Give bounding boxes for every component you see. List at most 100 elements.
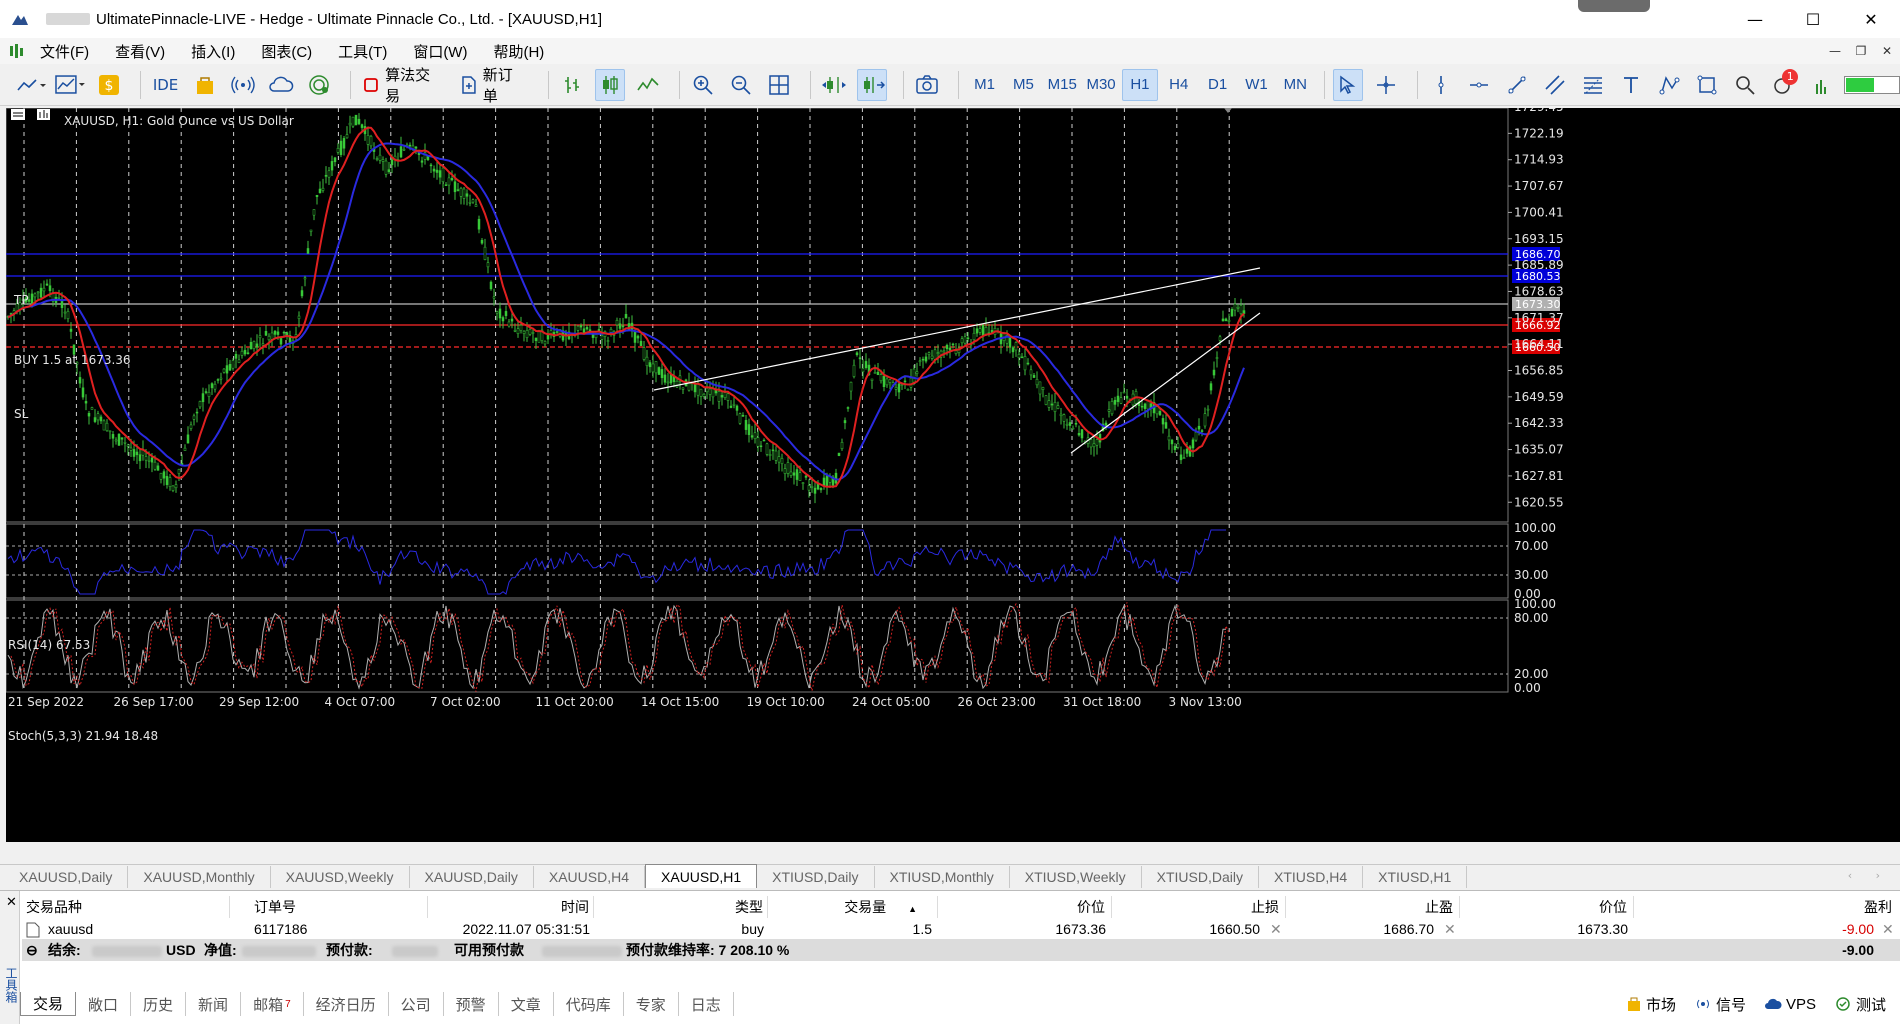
notifications-button[interactable]: 1 xyxy=(1768,68,1799,101)
timeframe-m1[interactable]: M1 xyxy=(967,69,1003,101)
mdi-minimize-button[interactable]: — xyxy=(1822,44,1848,58)
terminal-tab[interactable]: 敞口 xyxy=(76,992,132,1016)
terminal-tab[interactable]: 公司 xyxy=(389,992,444,1016)
col-ticket[interactable]: 订单号 xyxy=(254,896,428,918)
chart-tab[interactable]: XTIUSD,Monthly xyxy=(875,866,1010,888)
bar-chart-icon[interactable] xyxy=(557,69,587,101)
menu-charts[interactable]: 图表(C) xyxy=(261,41,312,62)
timeframe-m5[interactable]: M5 xyxy=(1005,69,1041,101)
chart-type-line-icon[interactable] xyxy=(16,69,46,101)
col-cur-price[interactable]: 价位 xyxy=(1460,896,1634,918)
remove-tp-icon[interactable]: ✕ xyxy=(1444,918,1458,940)
chart-canvas[interactable]: 1686.701680.531673.301666.921660.50 1729… xyxy=(6,108,1900,842)
chart-tab[interactable]: XAUUSD,H4 xyxy=(534,866,646,888)
chart-tab[interactable]: XAUUSD,Weekly xyxy=(271,866,410,888)
screenshot-camera-icon[interactable] xyxy=(912,69,942,101)
objects-icon[interactable] xyxy=(1692,69,1722,101)
timeframe-w1[interactable]: W1 xyxy=(1239,69,1275,101)
vps-cloud-icon[interactable] xyxy=(266,69,296,101)
minimize-button[interactable]: — xyxy=(1726,0,1784,38)
signals-icon[interactable] xyxy=(228,69,258,101)
terminal-close-icon[interactable]: ✕ xyxy=(6,895,17,910)
chart-tab[interactable]: XAUUSD,Daily xyxy=(410,866,534,888)
terminal-tab[interactable]: 文章 xyxy=(499,992,554,1016)
col-time[interactable]: 时间 xyxy=(428,896,594,918)
market-shortcut[interactable]: 市场 xyxy=(1626,994,1676,1015)
fibonacci-icon[interactable] xyxy=(1578,69,1608,101)
timeframe-m30[interactable]: M30 xyxy=(1083,69,1119,101)
col-type[interactable]: 类型 xyxy=(594,896,768,918)
terminal-tab[interactable]: 预警 xyxy=(444,992,499,1016)
shapes-icon[interactable] xyxy=(1654,69,1684,101)
text-tool-icon[interactable] xyxy=(1616,69,1646,101)
chart-tab[interactable]: XAUUSD,Daily xyxy=(4,866,129,888)
terminal-tab[interactable]: 新闻 xyxy=(186,992,242,1016)
chart-tab[interactable]: XAUUSD,H1 xyxy=(645,864,758,888)
cursor-icon[interactable] xyxy=(1333,68,1364,101)
col-symbol[interactable]: 交易品种 xyxy=(26,896,230,918)
row-sl[interactable]: 1660.50 xyxy=(1112,918,1266,940)
chart-tab[interactable]: XTIUSD,Daily xyxy=(757,866,875,888)
col-profit[interactable]: 盈利 xyxy=(1634,896,1898,918)
remove-sl-icon[interactable]: ✕ xyxy=(1270,918,1284,940)
chart-menu-icon[interactable] xyxy=(11,109,25,120)
chart-shift-icon[interactable] xyxy=(856,68,887,101)
chart-tab[interactable]: XTIUSD,H1 xyxy=(1363,866,1468,888)
line-chart-icon[interactable] xyxy=(633,69,663,101)
horizontal-line-icon[interactable] xyxy=(1464,69,1494,101)
zoom-out-icon[interactable] xyxy=(726,69,756,101)
vertical-line-icon[interactable] xyxy=(1426,69,1456,101)
menu-tools[interactable]: 工具(T) xyxy=(338,41,387,62)
crosshair-icon[interactable] xyxy=(1371,69,1401,101)
collapse-summary-icon[interactable]: ⊖ xyxy=(26,939,42,961)
chart-tab[interactable]: XTIUSD,H4 xyxy=(1259,866,1364,888)
channel-icon[interactable] xyxy=(1540,69,1570,101)
close-position-icon[interactable]: ✕ xyxy=(1882,918,1896,940)
candlestick-chart-icon[interactable] xyxy=(594,68,625,101)
tile-windows-icon[interactable] xyxy=(764,69,794,101)
timeframe-m15[interactable]: M15 xyxy=(1044,69,1080,101)
terminal-tab[interactable]: 专家 xyxy=(624,992,679,1016)
close-button[interactable]: ✕ xyxy=(1842,0,1900,38)
chart-tab[interactable]: XTIUSD,Daily xyxy=(1142,866,1259,888)
col-tp[interactable]: 止盈 xyxy=(1286,896,1460,918)
algo-trading-button[interactable]: 算法交易 xyxy=(359,66,449,105)
timeframe-h1[interactable]: H1 xyxy=(1121,68,1158,101)
timeframe-d1[interactable]: D1 xyxy=(1200,69,1236,101)
community-globe-icon[interactable] xyxy=(304,69,334,101)
trend-line-icon[interactable] xyxy=(1502,69,1532,101)
timeframe-mn[interactable]: MN xyxy=(1277,69,1313,101)
chart-tabs-scroll-arrows[interactable]: ‹ › xyxy=(1848,869,1890,882)
timeframe-h4[interactable]: H4 xyxy=(1161,69,1197,101)
terminal-tab[interactable]: 历史 xyxy=(131,992,187,1016)
terminal-tab[interactable]: 交易 xyxy=(20,992,77,1016)
auto-scroll-icon[interactable] xyxy=(819,69,849,101)
mdi-close-button[interactable]: ✕ xyxy=(1874,44,1900,58)
terminal-tab[interactable]: 代码库 xyxy=(554,992,624,1016)
col-volume[interactable]: 交易量 ▲ xyxy=(768,896,938,918)
table-row[interactable]: xauusd 6117186 2022.11.07 05:31:51 buy 1… xyxy=(22,918,1900,940)
search-icon[interactable] xyxy=(1730,69,1760,101)
chart-tab[interactable]: XTIUSD,Weekly xyxy=(1010,866,1142,888)
market-bag-icon[interactable] xyxy=(190,69,220,101)
mdi-restore-button[interactable]: ❐ xyxy=(1848,44,1874,58)
row-tp[interactable]: 1686.70 xyxy=(1286,918,1440,940)
col-sl[interactable]: 止损 xyxy=(1112,896,1286,918)
market-dollar-icon[interactable]: $ xyxy=(94,69,124,101)
terminal-tab[interactable]: 日志 xyxy=(679,992,734,1016)
menu-help[interactable]: 帮助(H) xyxy=(493,41,544,62)
terminal-tab[interactable]: 经济日历 xyxy=(304,992,389,1016)
maximize-button[interactable]: ☐ xyxy=(1784,0,1842,38)
chart-template-icon[interactable] xyxy=(54,69,86,101)
menu-window[interactable]: 窗口(W) xyxy=(413,41,467,62)
price-chart[interactable]: 1686.701680.531673.301666.921660.50 1729… xyxy=(6,108,1900,842)
new-order-button[interactable]: 新订单 xyxy=(457,66,532,105)
tester-shortcut[interactable]: 测试 xyxy=(1834,994,1886,1015)
signals-shortcut[interactable]: 信号 xyxy=(1694,994,1746,1015)
chart-tab[interactable]: XAUUSD,Monthly xyxy=(128,866,271,888)
menu-file[interactable]: 文件(F) xyxy=(40,41,89,62)
menu-insert[interactable]: 插入(I) xyxy=(191,41,235,62)
zoom-in-icon[interactable] xyxy=(688,69,718,101)
ide-button[interactable]: IDE xyxy=(149,69,182,101)
vps-shortcut[interactable]: VPS xyxy=(1764,996,1816,1013)
